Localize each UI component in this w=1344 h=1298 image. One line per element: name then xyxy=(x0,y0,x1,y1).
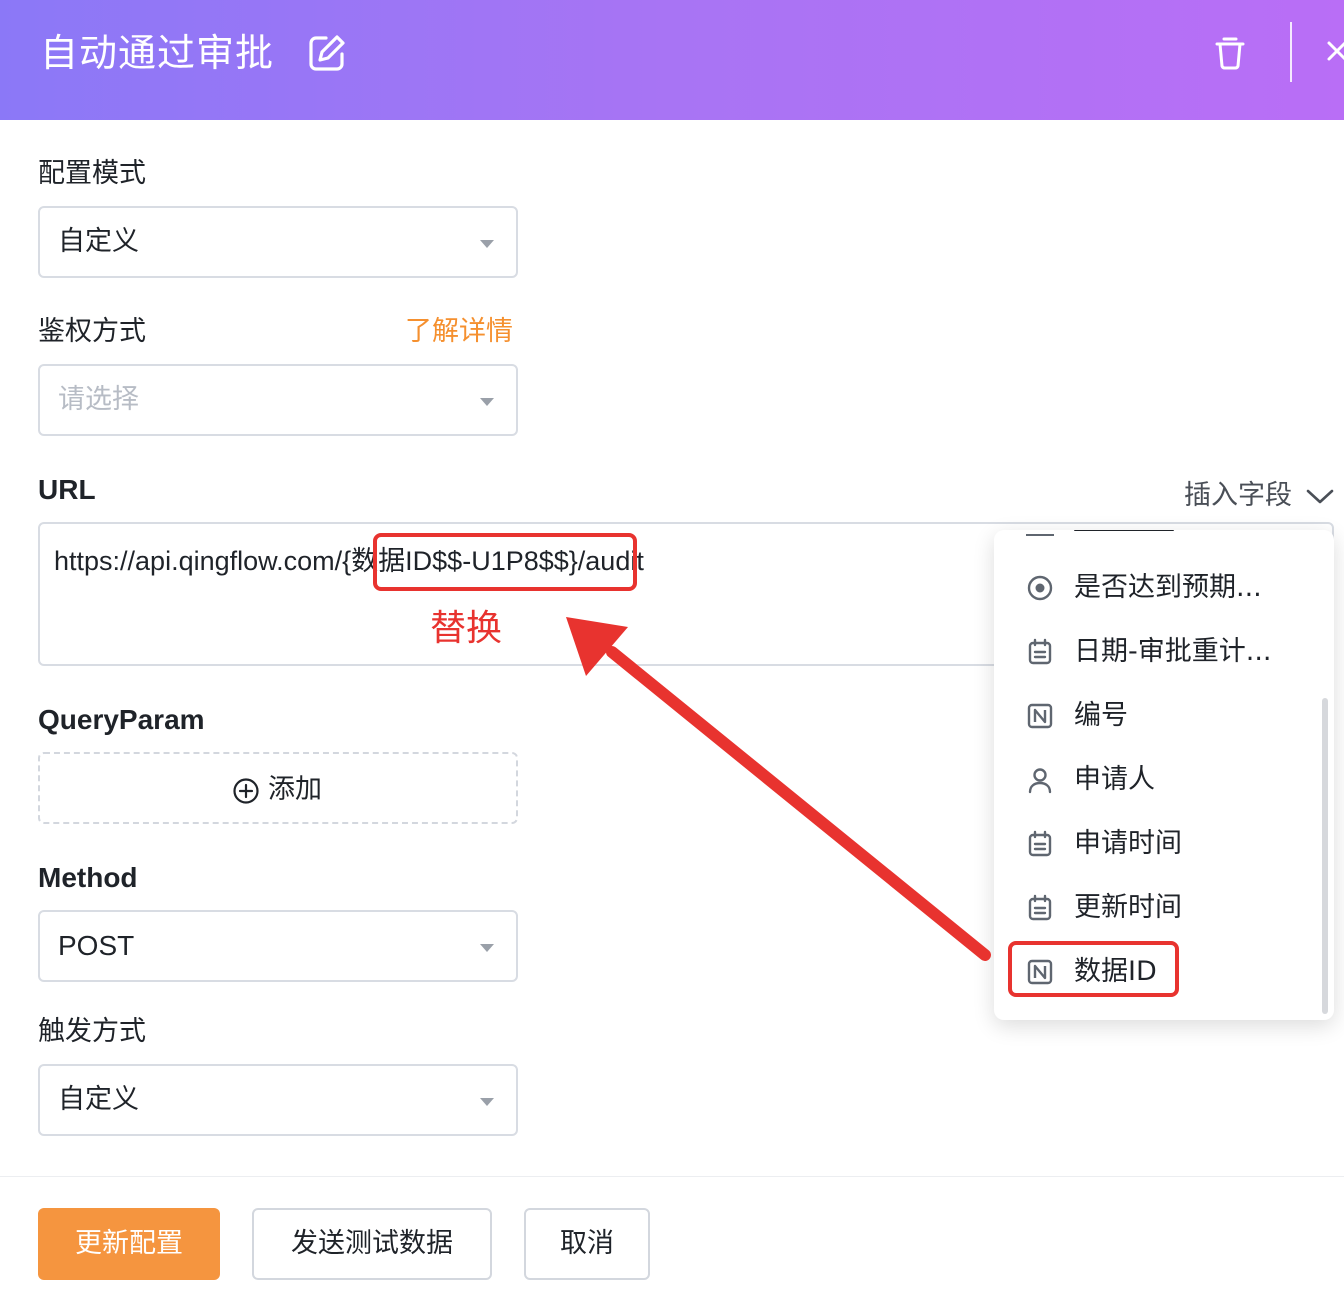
page-title: 自动通过审批 xyxy=(40,31,275,75)
calendar-icon xyxy=(1028,830,1052,857)
caret-down-icon xyxy=(480,944,494,952)
query-param-label: QueryParam xyxy=(38,704,205,735)
update-config-button[interactable]: 更新配置 xyxy=(38,1208,220,1280)
trash-icon[interactable] xyxy=(1210,32,1250,72)
calendar-icon xyxy=(1028,894,1052,921)
header-divider xyxy=(1290,22,1292,82)
config-mode-label: 配置模式 xyxy=(38,158,146,189)
send-test-data-button[interactable]: 发送测试数据 xyxy=(252,1208,492,1280)
radio-icon xyxy=(1027,575,1053,601)
chevron-down-icon[interactable] xyxy=(1305,484,1335,508)
user-icon xyxy=(1028,768,1052,794)
add-label: 添加 xyxy=(268,774,322,805)
edit-icon[interactable] xyxy=(306,32,348,74)
caret-down-icon xyxy=(480,240,494,248)
dropdown-item-label: 日期-审批重计... xyxy=(1074,636,1272,667)
partial-item xyxy=(1074,530,1184,536)
dropdown-item-label: 申请时间 xyxy=(1074,828,1182,859)
trigger-mode-value: 自定义 xyxy=(58,1084,139,1115)
auth-method-label: 鉴权方式 xyxy=(38,316,146,347)
dropdown-item[interactable]: 更新时间 xyxy=(994,876,1320,940)
dropdown-scrollbar[interactable] xyxy=(1322,698,1328,1014)
insert-field-button[interactable]: 插入字段 xyxy=(1184,478,1292,514)
dropdown-item-label: 申请人 xyxy=(1074,764,1155,795)
cancel-button[interactable]: 取消 xyxy=(524,1208,650,1280)
data-id-highlight xyxy=(1008,941,1179,997)
close-icon[interactable] xyxy=(1322,36,1344,66)
number-field-icon xyxy=(1027,703,1053,729)
method-label: Method xyxy=(38,862,138,893)
dropdown-item[interactable]: 日期-审批重计... xyxy=(994,620,1320,684)
auth-method-placeholder: 请选择 xyxy=(58,384,139,415)
dropdown-item-label: 编号 xyxy=(1074,700,1128,731)
dropdown-item[interactable]: 编号 xyxy=(994,684,1320,748)
drawer-header: 自动通过审批 xyxy=(0,0,1344,120)
plus-circle-icon xyxy=(233,778,259,804)
trigger-mode-label: 触发方式 xyxy=(38,1016,146,1047)
dropdown-item[interactable]: 申请人 xyxy=(994,748,1320,812)
caret-down-icon xyxy=(480,1098,494,1106)
dropdown-item-label: 是否达到预期... xyxy=(1074,572,1262,603)
replace-annotation: 替换 xyxy=(430,608,503,649)
method-select[interactable]: POST xyxy=(38,910,518,982)
dropdown-item-label: 更新时间 xyxy=(1074,892,1182,923)
url-field-highlight xyxy=(373,533,637,591)
url-label: URL xyxy=(38,474,96,505)
config-mode-select[interactable]: 自定义 xyxy=(38,206,518,278)
method-value: POST xyxy=(58,930,135,961)
trigger-mode-select[interactable]: 自定义 xyxy=(38,1064,518,1136)
caret-down-icon xyxy=(480,398,494,406)
footer-divider xyxy=(0,1176,1344,1177)
auth-method-select[interactable]: 请选择 xyxy=(38,364,518,436)
dropdown-item[interactable]: 是否达到预期... xyxy=(994,556,1320,620)
calendar-icon xyxy=(1028,638,1052,665)
config-mode-value: 自定义 xyxy=(58,226,139,257)
list-icon xyxy=(1026,530,1054,536)
dropdown-item[interactable]: 申请时间 xyxy=(994,812,1320,876)
learn-more-link[interactable]: 了解详情 xyxy=(405,314,513,350)
